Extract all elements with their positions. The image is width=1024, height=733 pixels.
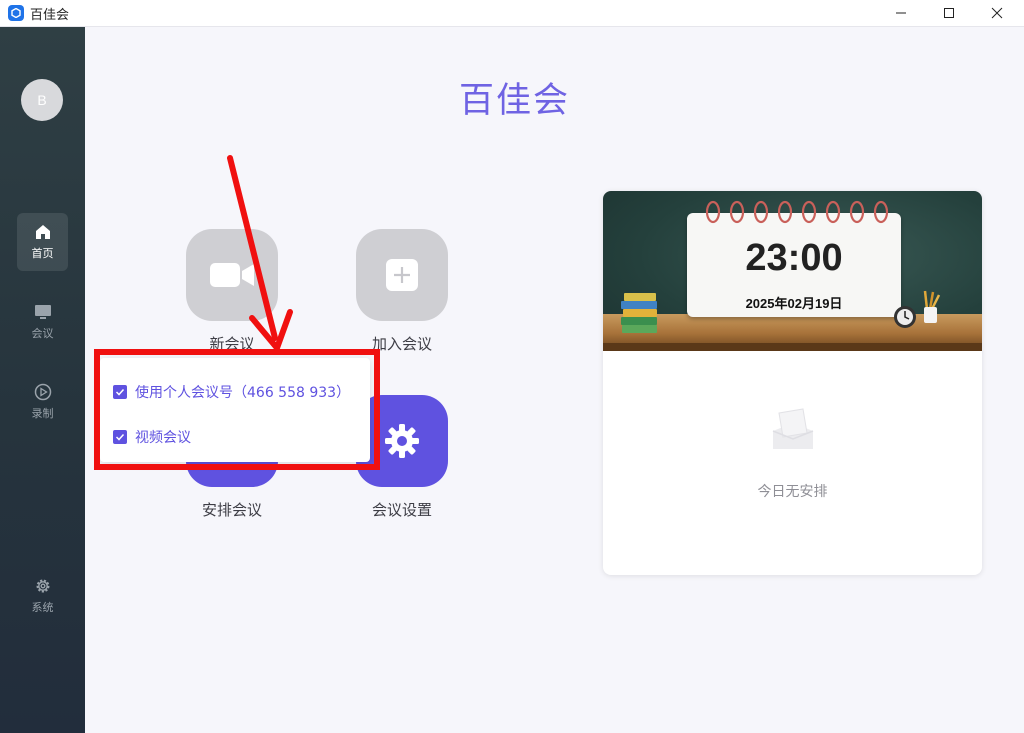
calendar-rings	[705, 200, 889, 224]
alarm-clock-icon	[894, 306, 916, 328]
empty-schedule-text: 今日无安排	[757, 484, 828, 500]
pencil-cup-icon	[923, 290, 941, 323]
current-time: 23:00	[745, 237, 843, 279]
schedule-card: 23:00 2025年02月19日 今日无安排	[603, 191, 982, 575]
current-date: 2025年02月19日	[745, 296, 843, 311]
calendar-banner: 23:00 2025年02月19日	[603, 191, 982, 351]
books-icon	[621, 293, 657, 333]
empty-schedule-icon	[772, 408, 814, 449]
